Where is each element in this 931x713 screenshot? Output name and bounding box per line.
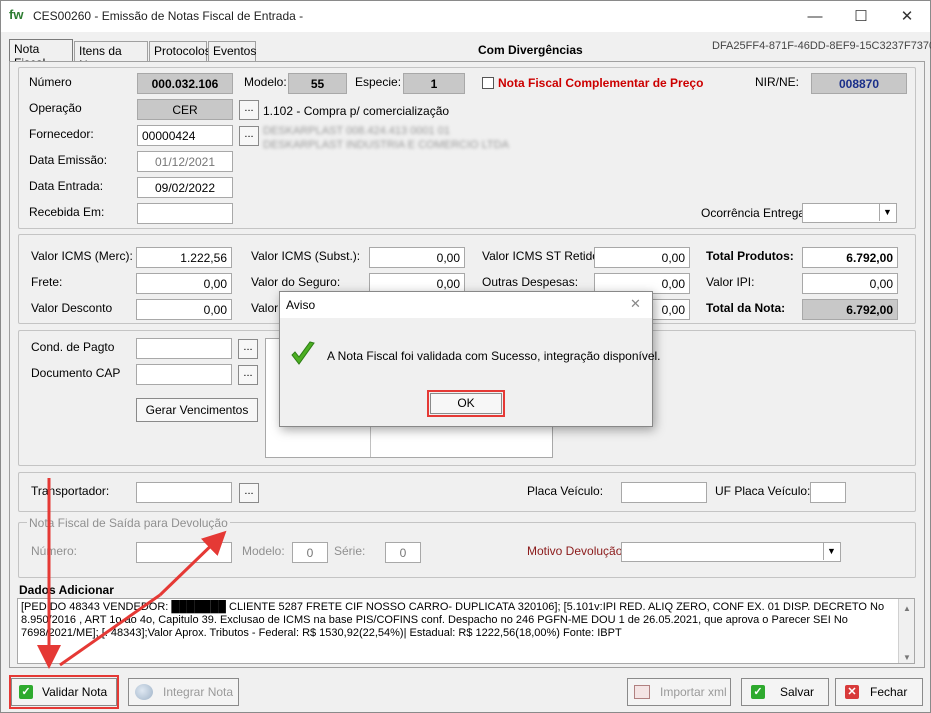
arrow-connector (59, 593, 161, 667)
annotation-arrows (37, 478, 227, 669)
arrow-up-right (158, 530, 227, 597)
